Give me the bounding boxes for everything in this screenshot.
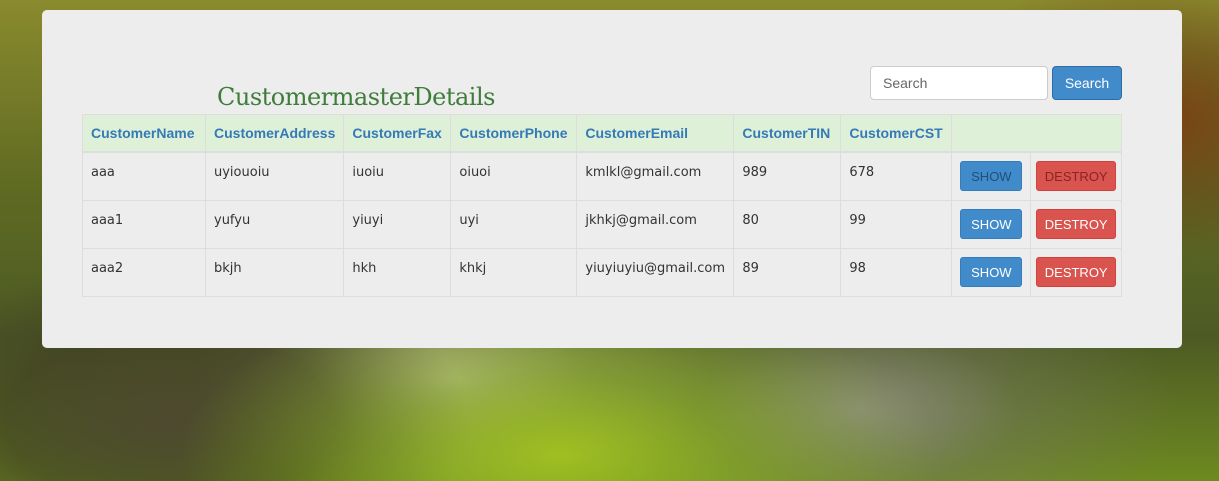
show-cell: SHOW xyxy=(952,152,1032,200)
cell-customer-cst: 678 xyxy=(840,151,953,201)
cell-customer-cst: 99 xyxy=(840,199,953,249)
column-header-customer-cst: CustomerCST xyxy=(840,114,953,153)
customer-table: CustomerName CustomerAddress CustomerFax… xyxy=(82,114,1122,297)
destroy-button[interactable]: DESTROY xyxy=(1036,161,1117,191)
actions-group: SHOW DESTROY xyxy=(952,248,1121,296)
page-title: CustomermasterDetails xyxy=(217,83,495,111)
destroy-cell: DESTROY xyxy=(1031,249,1121,296)
cell-customer-tin: 89 xyxy=(733,247,842,297)
cell-customer-address: yufyu xyxy=(204,199,345,249)
table-row: aaa uyiouoiu iuoiu oiuoi kmlkl@gmail.com… xyxy=(82,151,1122,201)
search-input[interactable] xyxy=(870,66,1048,100)
destroy-cell: DESTROY xyxy=(1031,153,1121,200)
column-header-customer-tin: CustomerTIN xyxy=(733,114,842,153)
show-cell: SHOW xyxy=(952,200,1032,248)
cell-customer-address: uyiouoiu xyxy=(204,151,345,201)
actions-group: SHOW DESTROY xyxy=(952,200,1121,248)
cell-customer-fax: yiuyi xyxy=(343,199,452,249)
cell-customer-tin: 80 xyxy=(733,199,842,249)
column-header-customer-fax: CustomerFax xyxy=(343,114,452,153)
column-header-customer-name: CustomerName xyxy=(82,114,206,153)
search-form: Search xyxy=(870,66,1122,100)
cell-customer-email: yiuyiuyiu@gmail.com xyxy=(576,247,735,297)
column-header-customer-phone: CustomerPhone xyxy=(450,114,578,153)
table-row: aaa1 yufyu yiuyi uyi jkhkj@gmail.com 80 … xyxy=(82,199,1122,249)
show-button[interactable]: SHOW xyxy=(960,209,1023,239)
cell-customer-fax: iuoiu xyxy=(343,151,452,201)
show-cell: SHOW xyxy=(952,248,1032,296)
cell-customer-tin: 989 xyxy=(733,151,842,201)
cell-customer-fax: hkh xyxy=(343,247,452,297)
column-header-customer-email: CustomerEmail xyxy=(576,114,735,153)
destroy-cell: DESTROY xyxy=(1031,201,1121,248)
cell-customer-name: aaa2 xyxy=(82,247,206,297)
actions-group: SHOW DESTROY xyxy=(952,152,1121,200)
column-header-actions xyxy=(951,114,1122,153)
table-body: aaa uyiouoiu iuoiu oiuoi kmlkl@gmail.com… xyxy=(82,151,1122,297)
cell-customer-email: kmlkl@gmail.com xyxy=(576,151,735,201)
cell-actions: SHOW DESTROY xyxy=(951,199,1122,249)
cell-customer-cst: 98 xyxy=(840,247,953,297)
show-button[interactable]: SHOW xyxy=(960,257,1023,287)
show-button[interactable]: SHOW xyxy=(960,161,1023,191)
cell-actions: SHOW DESTROY xyxy=(951,151,1122,201)
search-button[interactable]: Search xyxy=(1052,66,1122,100)
cell-customer-phone: oiuoi xyxy=(450,151,578,201)
table-header: CustomerName CustomerAddress CustomerFax… xyxy=(82,114,1122,153)
destroy-button[interactable]: DESTROY xyxy=(1036,209,1117,239)
destroy-button[interactable]: DESTROY xyxy=(1036,257,1117,287)
cell-customer-phone: uyi xyxy=(450,199,578,249)
customer-details-panel: CustomermasterDetails Search CustomerNam… xyxy=(42,10,1182,348)
cell-customer-phone: khkj xyxy=(450,247,578,297)
column-header-customer-address: CustomerAddress xyxy=(204,114,345,153)
cell-customer-email: jkhkj@gmail.com xyxy=(576,199,735,249)
cell-customer-address: bkjh xyxy=(204,247,345,297)
cell-actions: SHOW DESTROY xyxy=(951,247,1122,297)
header-row: CustomerName CustomerAddress CustomerFax… xyxy=(82,114,1122,153)
table-row: aaa2 bkjh hkh khkj yiuyiuyiu@gmail.com 8… xyxy=(82,247,1122,297)
cell-customer-name: aaa xyxy=(82,151,206,201)
cell-customer-name: aaa1 xyxy=(82,199,206,249)
